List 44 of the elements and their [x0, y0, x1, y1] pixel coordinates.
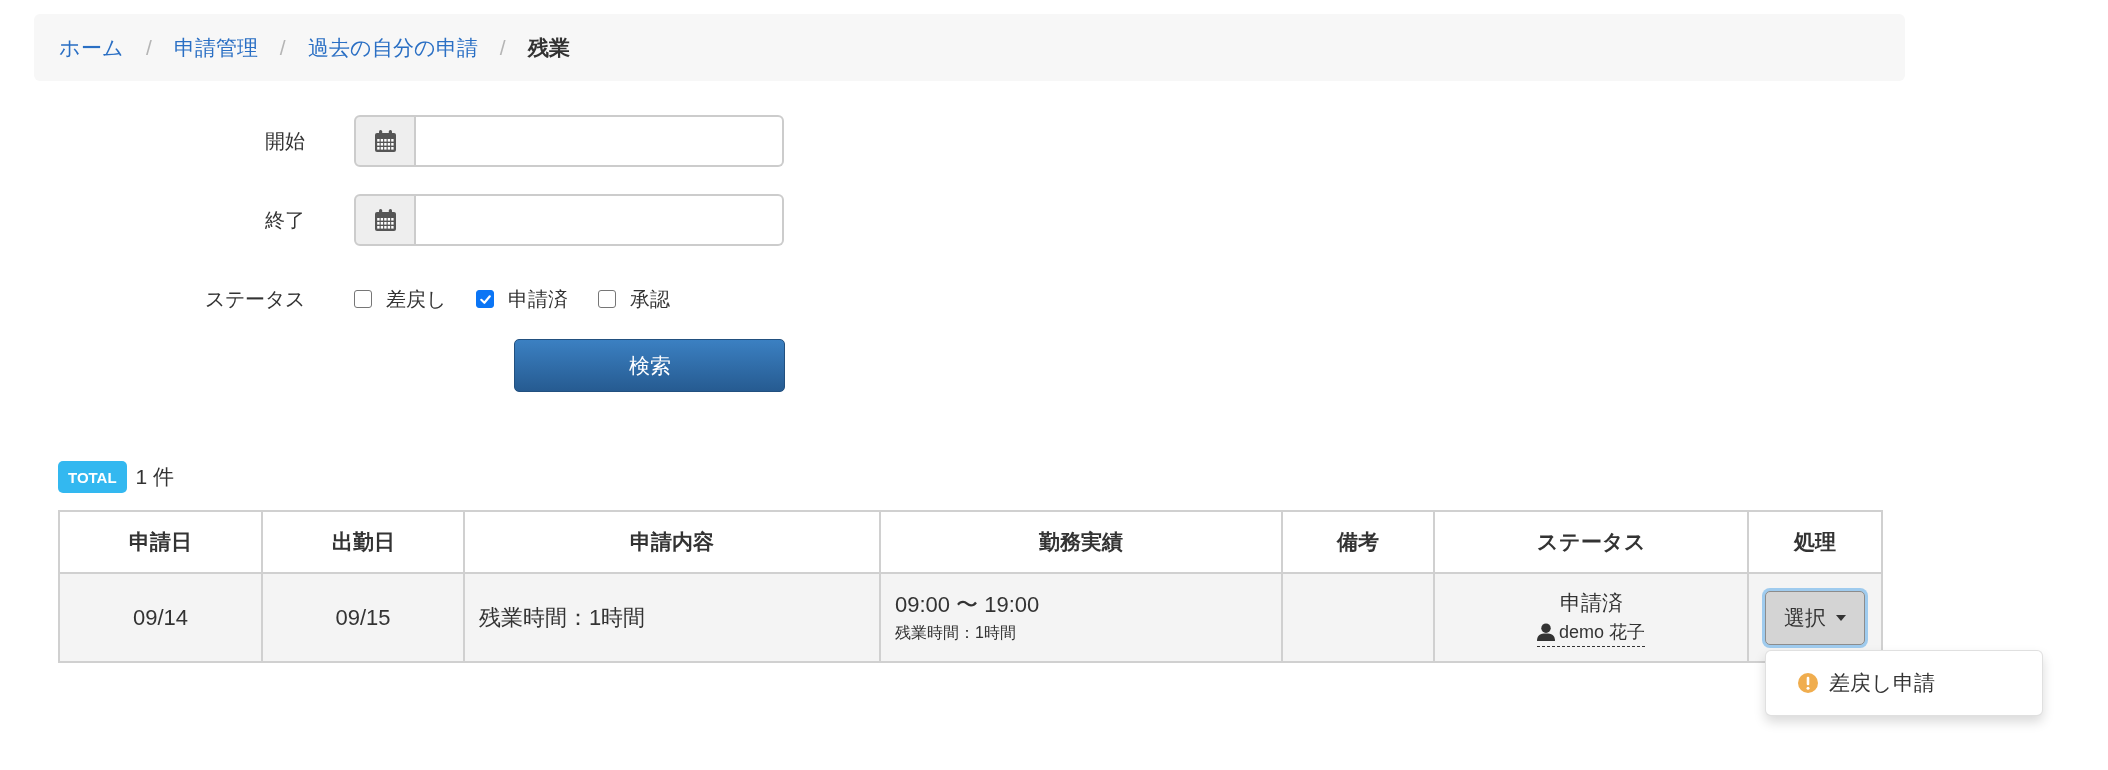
table-cell: 09/14 [59, 573, 262, 662]
breadcrumb-separator: / [499, 35, 506, 60]
column-header: ステータス [1434, 511, 1748, 573]
select-dropdown-button[interactable]: 選択 [1765, 590, 1865, 645]
calendar-button[interactable] [354, 115, 416, 167]
column-header: 出勤日 [262, 511, 464, 573]
column-header: 処理 [1748, 511, 1882, 573]
warning-icon [1798, 672, 1818, 693]
column-header: 申請日 [59, 511, 262, 573]
caret-icon [1836, 614, 1846, 621]
breadcrumb-link[interactable]: 過去の自分の申請 [307, 33, 478, 62]
date-input[interactable] [416, 115, 784, 167]
calendar-icon [374, 130, 396, 152]
breadcrumb-current: 残業 [527, 34, 570, 61]
menu-item[interactable]: 差戻し申請 [1766, 660, 2042, 705]
status-text: 申請済 [1559, 590, 1623, 614]
breadcrumb-separator: / [279, 35, 286, 60]
field-label: ステータス [204, 286, 305, 312]
field-label: 開始 [264, 128, 305, 154]
column-header: 備考 [1282, 511, 1434, 573]
checkbox[interactable] [354, 290, 372, 308]
work-time: 09:00 〜 19:00 [895, 591, 1040, 617]
column-header: 勤務実績 [880, 511, 1282, 573]
calendar-icon [374, 209, 396, 231]
checkbox-label: 差戻し [386, 286, 446, 312]
breadcrumb-link[interactable]: 申請管理 [173, 33, 258, 62]
field-label: 終了 [264, 207, 305, 233]
checkbox-label: 申請済 [508, 286, 568, 312]
overtime-text: 残業時間：1時間 [895, 623, 1016, 641]
search-button[interactable]: 検索 [514, 339, 785, 392]
table-cell: 残業時間：1時間 [464, 573, 880, 662]
checkbox[interactable] [598, 290, 616, 308]
checkbox[interactable] [476, 290, 494, 308]
calendar-button[interactable] [354, 194, 416, 246]
user-icon [1537, 622, 1555, 641]
result-count: 1 件 [135, 464, 175, 490]
breadcrumb-link[interactable]: ホーム [59, 33, 124, 62]
breadcrumb-separator: / [146, 35, 152, 60]
date-input[interactable] [416, 194, 784, 246]
column-header: 申請内容 [464, 511, 880, 573]
checkbox-label: 承認 [630, 286, 670, 312]
table-cell: 09/15 [262, 573, 464, 662]
applicant-link[interactable]: demo 花子 [1537, 617, 1645, 647]
total-badge: TOTAL [58, 461, 127, 493]
